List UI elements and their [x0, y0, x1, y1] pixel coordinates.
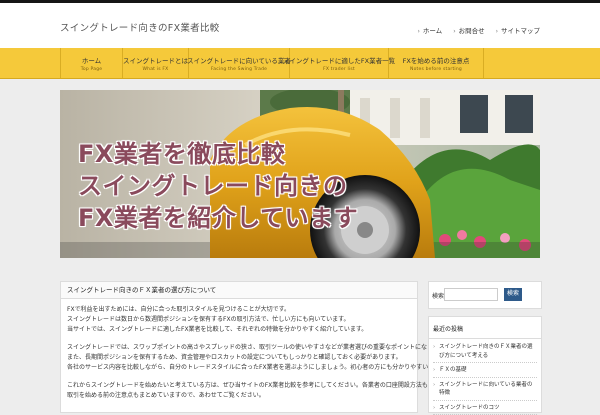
banner-line: FX業者を徹底比較 [78, 138, 358, 170]
search-widget: 検索: 検索 [428, 281, 542, 309]
top-link-label: ホーム [423, 27, 442, 35]
recent-post-link[interactable]: ＦＸの基礎 [433, 366, 537, 378]
arrow-icon: › [417, 28, 419, 35]
nav-item-trader-list[interactable]: スイングトレードに適したFX業者一覧 FX trader list [290, 48, 389, 78]
content-heading: スイングトレード向きのＦＸ業者の選び方について [61, 282, 417, 299]
nav-sublabel: Notes before starting [410, 67, 462, 72]
content-paragraph: スイングトレードでは、スワップポイントの高さやスプレッドの狭さ、取引ツールの使い… [67, 343, 417, 373]
arrow-icon: › [496, 28, 498, 35]
nav-label: スイングトレードとは [123, 55, 188, 65]
recent-posts-widget: 最近の投稿 スイングトレード向きのＦＸ業者の選び方について考える ＦＸの基礎 ス… [428, 316, 542, 413]
top-link-label: お問合せ [459, 27, 485, 35]
content-paragraph: FXで利益を出すためには、自分に合った取引スタイルを見つけることが大切です。 ス… [67, 305, 417, 335]
top-link-label: サイトマップ [501, 27, 540, 35]
hero-banner: FX業者を徹底比較 スイングトレード向きの FX業者を紹介しています [60, 90, 540, 258]
banner-text: FX業者を徹底比較 スイングトレード向きの FX業者を紹介しています [78, 138, 358, 234]
content-line: これからスイングトレードを始めたいと考えている方は、ぜひ当サイトのFX業者比較を… [67, 382, 475, 389]
nav-item-notes[interactable]: FXを始める前の注意点 Notes before starting [389, 48, 484, 78]
nav-sublabel: FX trader list [323, 67, 355, 72]
top-links: ›ホーム ›お問合せ ›サイトマップ [417, 25, 540, 35]
banner-line: スイングトレード向きの [78, 170, 358, 202]
search-button[interactable]: 検索 [504, 288, 522, 301]
content-line: FXで利益を出すためには、自分に合った取引スタイルを見つけることが大切です。 [67, 306, 290, 313]
content-line: 取引を始める前の注意点もまとめていますので、あわせてご覧ください。 [67, 392, 265, 399]
content-body: FXで利益を出すためには、自分に合った取引スタイルを見つけることが大切です。 ス… [61, 299, 417, 401]
content-line: また、長期間ポジションを保有するため、資金管理やロスカットの設定についてもしっか… [67, 354, 402, 361]
top-link-sitemap[interactable]: ›サイトマップ [496, 25, 540, 35]
nav-item-what-is[interactable]: スイングトレードとは What is FX [123, 48, 189, 78]
recent-post-link[interactable]: スイングトレードのコツ [433, 404, 537, 415]
site-header: スイングトレード向きのFX業者比較 ›ホーム ›お問合せ ›サイトマップ [0, 3, 600, 48]
nav-item-home[interactable]: ホーム Top Page [61, 48, 123, 78]
nav-sublabel: What is FX [143, 67, 169, 72]
main-content: スイングトレード向きのＦＸ業者の選び方について FXで利益を出すためには、自分に… [60, 281, 418, 413]
content-line: スイングトレードでは、スワップポイントの高さやスプレッドの狭さ、取引ツールの使い… [67, 344, 450, 351]
nav-label: スイングトレードに向いている業者 [187, 55, 291, 65]
nav-label: ホーム [82, 55, 101, 65]
widget-title: 最近の投稿 [429, 317, 541, 339]
nav-sublabel: Top Page [81, 67, 103, 72]
nav-sublabel: Facing the Swing Trade [211, 67, 267, 72]
arrow-icon: › [453, 28, 455, 35]
recent-posts-list: スイングトレード向きのＦＸ業者の選び方について考える ＦＸの基礎 スイングトレー… [429, 339, 541, 415]
recent-post-link[interactable]: スイングトレード向きのＦＸ業者の選び方について考える [433, 343, 537, 363]
search-input[interactable] [444, 288, 498, 301]
content-line: スイングトレードは数日から数週間ポジションを保有するFXの取引方法で、忙しい方に… [67, 316, 350, 323]
content-line: 当サイトでは、スイングトレードに適したFX業者を比較して、それぞれの特徴を分かり… [67, 326, 367, 333]
main-nav: ホーム Top Page スイングトレードとは What is FX スイングト… [0, 48, 600, 79]
top-link-home[interactable]: › ホーム [417, 25, 442, 35]
nav-label: FXを始める前の注意点 [403, 55, 470, 65]
banner-line: FX業者を紹介しています [78, 202, 358, 234]
content-paragraph: これからスイングトレードを始めたいと考えている方は、ぜひ当サイトのFX業者比較を… [67, 381, 417, 401]
nav-item-facing[interactable]: スイングトレードに向いている業者 Facing the Swing Trade [189, 48, 290, 78]
site-title[interactable]: スイングトレード向きのFX業者比較 [60, 20, 220, 34]
nav-label: スイングトレードに適したFX業者一覧 [283, 55, 395, 65]
top-link-contact[interactable]: › お問合せ [453, 25, 484, 35]
recent-post-link[interactable]: スイングトレードに向いている業者の特徴 [433, 381, 537, 401]
